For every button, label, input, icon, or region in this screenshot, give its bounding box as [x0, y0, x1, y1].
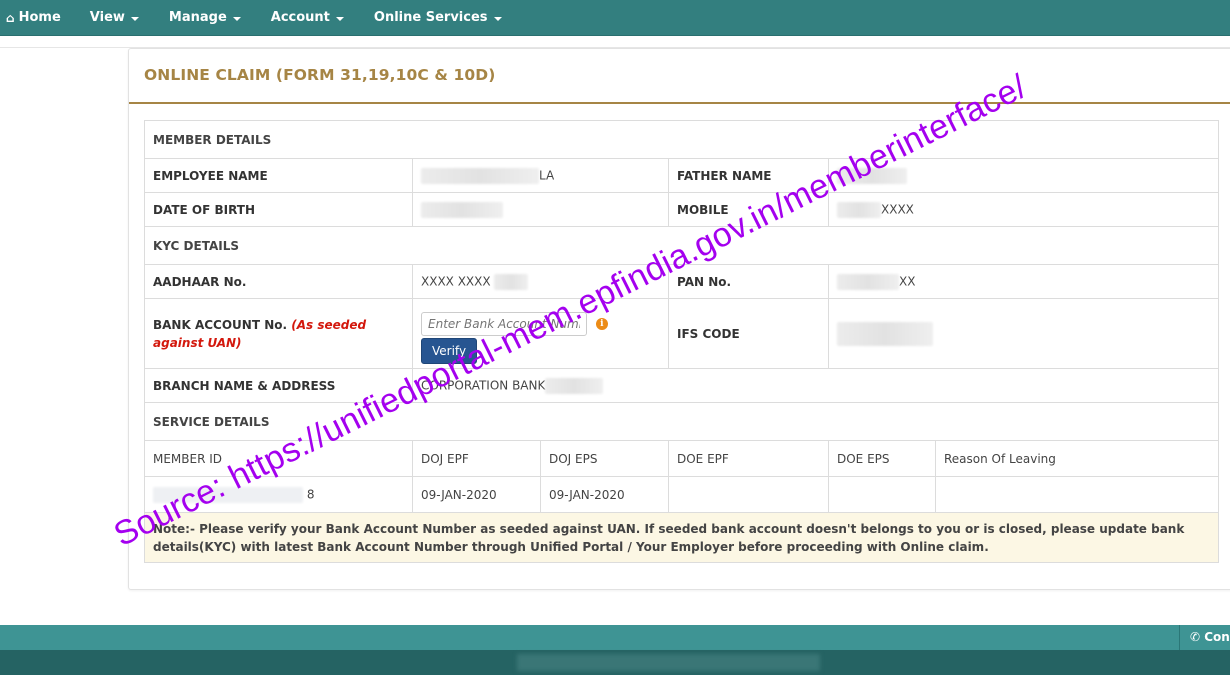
nav-manage-label: Manage [168, 10, 227, 25]
ifs-cell [827, 298, 1220, 369]
bank-account-input-cell: i Verify [412, 298, 669, 369]
bank-account-label: BANK ACCOUNT No. [153, 317, 288, 332]
service-columns-row: MEMBER ID DOJ EPF DOJ EPS DOE EPF DOE EP… [144, 440, 1220, 477]
column-header-doe-epf: DOE EPF [668, 440, 829, 477]
doe-eps-cell [828, 476, 936, 513]
nav-online-services[interactable]: Online Services [359, 0, 517, 36]
nav-account-label: Account [270, 10, 330, 25]
claim-details-table: MEMBER DETAILS EMPLOYEE NAME LA FATHER N… [143, 120, 1220, 563]
title-divider [129, 102, 1230, 104]
service-details-heading: SERVICE DETAILS [143, 402, 1220, 441]
branch-cell: CORPORATION BANK [411, 368, 1220, 403]
reason-cell [934, 476, 1220, 513]
redacted-block [421, 167, 539, 184]
service-details-header-row: SERVICE DETAILS [143, 402, 1220, 441]
member-details-header-row: MEMBER DETAILS [143, 120, 1220, 159]
pan-value: XX [899, 274, 916, 288]
member-id-value: 8 [306, 487, 315, 501]
employee-name-value: LA [539, 168, 555, 182]
redacted-block [837, 167, 907, 184]
nav-account[interactable]: Account [256, 0, 359, 36]
table-row: DATE OF BIRTH MOBILE XXXX [144, 192, 1220, 227]
bank-account-label-cell: BANK ACCOUNT No. (As seeded against UAN) [144, 298, 413, 369]
aadhaar-cell: XXXX XXXX [412, 264, 669, 299]
redacted-block [545, 377, 604, 394]
doj-eps-cell: 09-JAN-2020 [540, 476, 669, 513]
father-name-cell [827, 158, 1220, 193]
dob-label: DATE OF BIRTH [144, 192, 413, 227]
caret-down-icon [493, 16, 502, 21]
column-header-member-id: MEMBER ID [144, 440, 413, 477]
column-header-doe-eps: DOE EPS [828, 440, 936, 477]
home-icon: ⌂ [6, 10, 15, 25]
table-row: BANK ACCOUNT No. (As seeded against UAN)… [144, 298, 1220, 369]
nav-online-services-label: Online Services [373, 10, 488, 25]
ifs-label: IFS CODE [668, 298, 829, 369]
caret-down-icon [335, 16, 344, 21]
redacted-block [421, 201, 503, 218]
pan-label: PAN No. [668, 264, 829, 299]
nav-view[interactable]: View [75, 0, 154, 36]
caret-down-icon [232, 16, 241, 21]
father-name-label: FATHER NAME [668, 158, 829, 193]
top-navbar: ⌂ Home View Manage Account Online Servic… [0, 0, 1230, 36]
contact-us-link[interactable]: ✆ Contact Us [1179, 625, 1230, 650]
aadhaar-value: XXXX XXXX [421, 274, 491, 288]
kyc-details-heading: KYC DETAILS [143, 226, 1220, 265]
member-details-heading: MEMBER DETAILS [143, 120, 1220, 159]
redacted-block [494, 273, 529, 290]
member-id-cell: 8 [144, 476, 413, 513]
mobile-label: MOBILE [668, 192, 829, 227]
nav-home-label: Home [18, 10, 61, 25]
employee-name-cell: LA [412, 158, 669, 193]
nav-home[interactable]: ⌂ Home [0, 0, 75, 36]
doj-epf-cell: 09-JAN-2020 [412, 476, 541, 513]
redacted-block [837, 321, 933, 346]
footer-bar: ✆ Contact Us [0, 625, 1230, 650]
kyc-details-header-row: KYC DETAILS [143, 226, 1220, 265]
branch-value: CORPORATION BANK [421, 378, 546, 392]
note-row: Note:- Please verify your Bank Account N… [143, 512, 1220, 563]
nav-manage[interactable]: Manage [154, 0, 256, 36]
table-row: AADHAAR No. XXXX XXXX PAN No. XX [144, 264, 1220, 299]
contact-us-label: Contact Us [1204, 630, 1230, 644]
column-header-doj-epf: DOJ EPF [412, 440, 541, 477]
aadhaar-label: AADHAAR No. [144, 264, 413, 299]
branch-label: BRANCH NAME & ADDRESS [144, 368, 413, 403]
column-header-doj-eps: DOJ EPS [540, 440, 669, 477]
redacted-block [517, 654, 820, 671]
phone-icon: ✆ [1190, 630, 1201, 644]
doe-epf-cell [668, 476, 829, 513]
footer-bottom-bar [0, 650, 1230, 675]
table-row: EMPLOYEE NAME LA FATHER NAME [144, 158, 1220, 193]
table-row: 8 09-JAN-2020 09-JAN-2020 [144, 476, 1220, 513]
pan-cell: XX [827, 264, 1220, 299]
note-text: Note:- Please verify your Bank Account N… [143, 512, 1220, 563]
dob-cell [412, 192, 669, 227]
verify-button[interactable]: Verify [421, 337, 478, 364]
page-title: ONLINE CLAIM (FORM 31,19,10C & 10D) [144, 66, 496, 84]
bank-account-input[interactable] [421, 311, 587, 336]
caret-down-icon [130, 16, 139, 21]
mobile-cell: XXXX [827, 192, 1220, 227]
table-row: BRANCH NAME & ADDRESS CORPORATION BANK [144, 368, 1220, 403]
info-icon[interactable]: i [595, 318, 608, 330]
redacted-block [153, 486, 303, 503]
nav-view-label: View [89, 10, 125, 25]
mobile-value: XXXX [881, 202, 914, 216]
column-header-reason: Reason Of Leaving [934, 440, 1220, 477]
employee-name-label: EMPLOYEE NAME [144, 158, 413, 193]
redacted-block [837, 273, 899, 290]
redacted-block [837, 201, 881, 218]
